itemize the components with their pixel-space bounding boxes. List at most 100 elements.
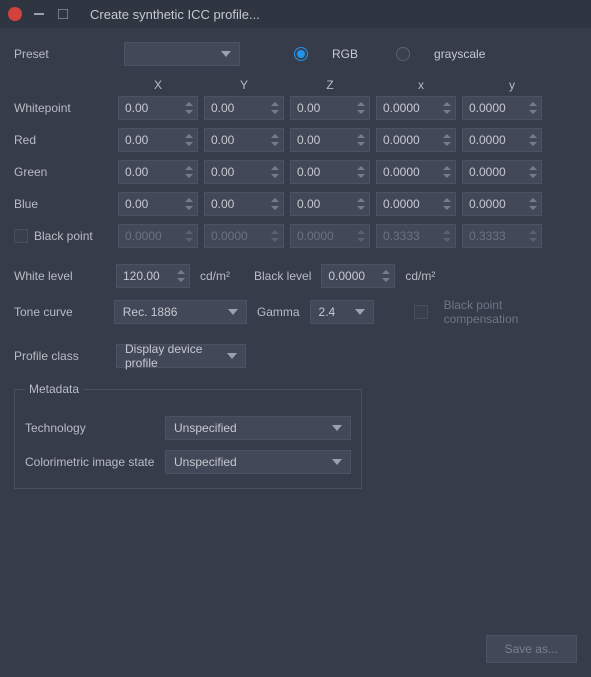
stepper-icon[interactable]: [380, 265, 392, 287]
stepper-icon[interactable]: [527, 129, 539, 151]
stepper-icon[interactable]: [269, 97, 281, 119]
stepper-icon[interactable]: [527, 193, 539, 215]
grayscale-radio[interactable]: [396, 47, 410, 61]
green-Y[interactable]: 0.00: [204, 160, 284, 184]
red-label: Red: [14, 133, 112, 147]
blackpoint-x: 0.3333: [376, 224, 456, 248]
whitepoint-x[interactable]: 0.0000: [376, 96, 456, 120]
stepper-icon[interactable]: [527, 97, 539, 119]
white-level-input[interactable]: 120.00: [116, 264, 190, 288]
chevron-down-icon: [228, 309, 238, 315]
technology-label: Technology: [25, 421, 155, 435]
blue-Z[interactable]: 0.00: [290, 192, 370, 216]
stepper-icon[interactable]: [355, 97, 367, 119]
stepper-icon[interactable]: [183, 129, 195, 151]
profile-class-dropdown[interactable]: Display device profile: [116, 344, 246, 368]
stepper-icon: [183, 225, 195, 247]
green-x[interactable]: 0.0000: [376, 160, 456, 184]
stepper-icon[interactable]: [441, 193, 453, 215]
green-row: Green 0.00 0.00 0.00 0.0000 0.0000: [14, 160, 577, 184]
black-level-label: Black level: [254, 269, 311, 283]
blackpoint-row: Black point 0.0000 0.0000 0.0000 0.3333 …: [14, 224, 577, 248]
chevron-down-icon: [332, 459, 342, 465]
col-header-X: X: [118, 78, 198, 92]
bpc-checkbox: [414, 305, 428, 319]
whitepoint-Z[interactable]: 0.00: [290, 96, 370, 120]
col-header-x: x: [376, 78, 466, 92]
column-headers: X Y Z x y: [118, 78, 577, 92]
bpc-label: Black point compensation: [444, 298, 577, 326]
tone-curve-label: Tone curve: [14, 305, 104, 319]
stepper-icon[interactable]: [441, 161, 453, 183]
stepper-icon[interactable]: [355, 161, 367, 183]
red-y[interactable]: 0.0000: [462, 128, 542, 152]
close-icon[interactable]: [8, 7, 22, 21]
maximize-icon[interactable]: [56, 7, 70, 21]
white-level-label: White level: [14, 269, 106, 283]
minimize-icon[interactable]: [32, 7, 46, 21]
cis-label: Colorimetric image state: [25, 455, 155, 469]
whitepoint-X[interactable]: 0.00: [118, 96, 198, 120]
stepper-icon[interactable]: [183, 97, 195, 119]
blackpoint-label: Black point: [34, 229, 93, 243]
red-row: Red 0.00 0.00 0.00 0.0000 0.0000: [14, 128, 577, 152]
stepper-icon[interactable]: [183, 193, 195, 215]
stepper-icon[interactable]: [183, 161, 195, 183]
metadata-legend: Metadata: [25, 382, 83, 396]
stepper-icon[interactable]: [175, 265, 187, 287]
technology-dropdown[interactable]: Unspecified: [165, 416, 351, 440]
stepper-icon[interactable]: [269, 161, 281, 183]
blackpoint-X: 0.0000: [118, 224, 198, 248]
white-level-units: cd/m²: [200, 269, 230, 283]
green-label: Green: [14, 165, 112, 179]
red-Y[interactable]: 0.00: [204, 128, 284, 152]
tone-curve-dropdown[interactable]: Rec. 1886: [114, 300, 247, 324]
stepper-icon[interactable]: [355, 129, 367, 151]
chevron-down-icon: [227, 353, 237, 359]
rgb-radio-label: RGB: [332, 47, 358, 61]
green-y[interactable]: 0.0000: [462, 160, 542, 184]
red-x[interactable]: 0.0000: [376, 128, 456, 152]
preset-dropdown[interactable]: [124, 42, 240, 66]
whitepoint-label: Whitepoint: [14, 101, 112, 115]
green-X[interactable]: 0.00: [118, 160, 198, 184]
stepper-icon[interactable]: [441, 129, 453, 151]
metadata-group: Metadata Technology Unspecified Colorime…: [14, 382, 362, 489]
stepper-icon: [527, 225, 539, 247]
stepper-icon[interactable]: [355, 193, 367, 215]
blue-y[interactable]: 0.0000: [462, 192, 542, 216]
red-Z[interactable]: 0.00: [290, 128, 370, 152]
stepper-icon[interactable]: [441, 97, 453, 119]
blue-x[interactable]: 0.0000: [376, 192, 456, 216]
gamma-dropdown[interactable]: 2.4: [310, 300, 375, 324]
cis-dropdown[interactable]: Unspecified: [165, 450, 351, 474]
black-level-units: cd/m²: [405, 269, 435, 283]
gamma-label: Gamma: [257, 305, 300, 319]
col-header-Y: Y: [204, 78, 284, 92]
chevron-down-icon: [355, 309, 365, 315]
stepper-icon[interactable]: [269, 129, 281, 151]
stepper-icon: [269, 225, 281, 247]
blackpoint-Y: 0.0000: [204, 224, 284, 248]
black-level-input[interactable]: 0.0000: [321, 264, 395, 288]
stepper-icon[interactable]: [269, 193, 281, 215]
chevron-down-icon: [332, 425, 342, 431]
red-X[interactable]: 0.00: [118, 128, 198, 152]
preset-label: Preset: [14, 47, 104, 61]
titlebar: Create synthetic ICC profile...: [0, 0, 591, 28]
save-as-button[interactable]: Save as...: [486, 635, 577, 663]
stepper-icon[interactable]: [527, 161, 539, 183]
grayscale-radio-label: grayscale: [434, 47, 485, 61]
rgb-radio[interactable]: [294, 47, 308, 61]
whitepoint-y[interactable]: 0.0000: [462, 96, 542, 120]
whitepoint-Y[interactable]: 0.00: [204, 96, 284, 120]
green-Z[interactable]: 0.00: [290, 160, 370, 184]
blackpoint-checkbox[interactable]: [14, 229, 28, 243]
blue-X[interactable]: 0.00: [118, 192, 198, 216]
stepper-icon: [441, 225, 453, 247]
blackpoint-y: 0.3333: [462, 224, 542, 248]
window-title: Create synthetic ICC profile...: [90, 7, 260, 22]
blue-row: Blue 0.00 0.00 0.00 0.0000 0.0000: [14, 192, 577, 216]
blue-label: Blue: [14, 197, 112, 211]
blue-Y[interactable]: 0.00: [204, 192, 284, 216]
